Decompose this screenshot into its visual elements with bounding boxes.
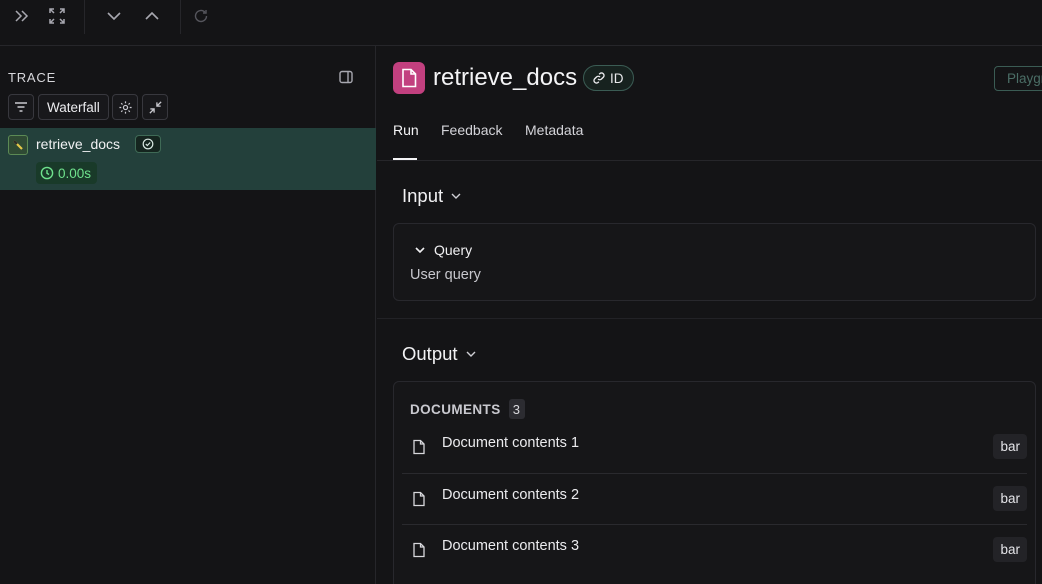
- success-status-badge: [135, 135, 161, 153]
- clock-icon: [40, 166, 54, 180]
- detail-tabs: Run Feedback Metadata: [377, 110, 1042, 161]
- fullscreen-button[interactable]: [44, 4, 70, 28]
- output-section-toggle[interactable]: Output: [402, 343, 478, 365]
- id-label: ID: [610, 70, 624, 86]
- input-section-toggle[interactable]: Input: [402, 185, 463, 207]
- document-tag: bar: [993, 537, 1027, 562]
- trace-title: TRACE: [8, 70, 57, 85]
- toolbar-divider: [84, 0, 85, 34]
- document-text: Document contents 3: [442, 538, 580, 554]
- file-icon: [413, 542, 425, 558]
- chevron-up-icon: [145, 11, 159, 20]
- refresh-icon: [194, 9, 208, 23]
- run-name: retrieve_docs: [36, 136, 121, 152]
- top-toolbar: [0, 0, 1042, 46]
- toggle-panel-button[interactable]: [338, 69, 354, 85]
- copy-id-button[interactable]: ID: [583, 65, 634, 91]
- minimize-icon: [148, 100, 162, 114]
- sidebar-icon: [339, 70, 353, 84]
- input-card: Query User query: [393, 223, 1036, 301]
- tab-feedback[interactable]: Feedback: [441, 122, 502, 138]
- gear-icon: [118, 100, 132, 114]
- filter-icon: [15, 102, 27, 112]
- settings-button[interactable]: [112, 94, 138, 120]
- view-mode-button[interactable]: Waterfall: [38, 94, 109, 120]
- document-text: Document contents 1: [442, 435, 580, 451]
- query-field-toggle[interactable]: Query: [414, 242, 472, 258]
- document-tag: bar: [993, 434, 1027, 459]
- chevron-down-icon: [107, 12, 121, 21]
- document-row[interactable]: Document contents 1 bar: [402, 422, 1027, 473]
- documents-header: DOCUMENTS 3: [410, 399, 525, 419]
- input-heading: Input: [402, 185, 444, 206]
- trace-panel: TRACE Waterfall retrieve_docs 0.00s: [0, 46, 376, 584]
- document-row[interactable]: Document contents 2 bar: [402, 473, 1027, 524]
- chevron-down-icon: [415, 247, 425, 254]
- playground-button[interactable]: Playground: [994, 66, 1042, 91]
- link-icon: [593, 72, 605, 84]
- document-text: Document contents 2: [442, 487, 580, 503]
- tab-metadata[interactable]: Metadata: [525, 122, 583, 138]
- maximize-icon: [49, 8, 65, 24]
- trace-run-row[interactable]: retrieve_docs 0.00s: [0, 128, 376, 190]
- run-detail-panel: retrieve_docs ID Playground Run Feedback…: [377, 46, 1042, 584]
- query-label: Query: [434, 242, 473, 258]
- collapse-button[interactable]: [142, 94, 168, 120]
- run-title: retrieve_docs: [433, 64, 578, 91]
- documents-count-badge: 3: [508, 399, 525, 419]
- latency-badge: 0.00s: [36, 162, 98, 184]
- filter-button[interactable]: [8, 94, 34, 120]
- output-card: DOCUMENTS 3 Document contents 1 bar Docu…: [393, 381, 1036, 584]
- expand-panel-button[interactable]: [8, 4, 34, 28]
- previous-run-button[interactable]: [139, 4, 165, 28]
- document-row[interactable]: Document contents 3 bar: [402, 524, 1027, 575]
- tab-run[interactable]: Run: [393, 122, 419, 138]
- refresh-button[interactable]: [188, 4, 214, 28]
- latency-value: 0.00s: [58, 165, 92, 181]
- check-circle-icon: [142, 138, 154, 150]
- playground-label: Playground: [1007, 71, 1042, 86]
- documents-label: DOCUMENTS: [410, 401, 501, 417]
- file-icon: [413, 439, 425, 455]
- retriever-icon: [8, 135, 28, 155]
- next-run-button[interactable]: [101, 4, 127, 28]
- double-chevron-right-icon: [15, 10, 29, 22]
- chevron-down-icon: [466, 351, 476, 357]
- toolbar-divider: [180, 0, 181, 34]
- section-divider: [377, 318, 1042, 319]
- document-tag: bar: [993, 486, 1027, 511]
- file-icon: [413, 491, 425, 507]
- active-tab-indicator: [393, 158, 417, 160]
- query-value: User query: [410, 267, 481, 283]
- document-icon: [393, 62, 425, 94]
- output-heading: Output: [402, 343, 458, 364]
- chevron-down-icon: [451, 193, 461, 199]
